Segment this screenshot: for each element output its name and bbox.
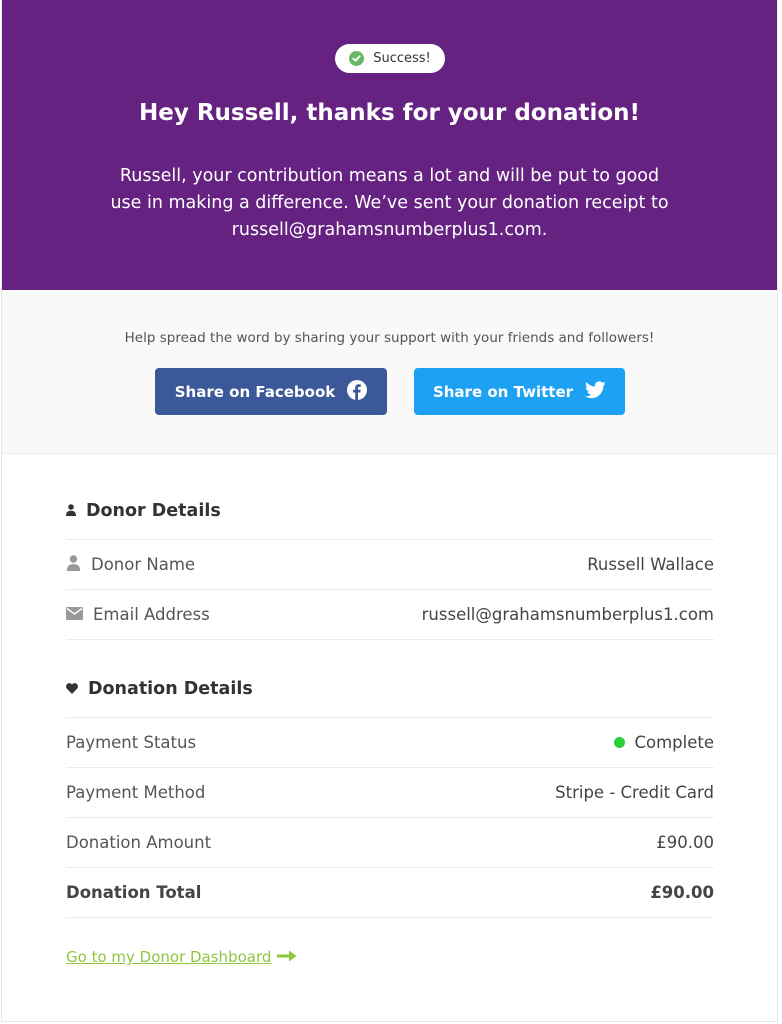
payment-method-row: Payment Method Stripe - Credit Card xyxy=(66,768,714,818)
donation-confirmation-card: Success! Hey Russell, thanks for your do… xyxy=(1,0,778,1022)
payment-status-text: Complete xyxy=(634,733,714,752)
envelope-icon xyxy=(66,605,83,624)
donation-total-label: Donation Total xyxy=(66,883,202,902)
payment-method-value: Stripe - Credit Card xyxy=(555,783,714,802)
page-title: Hey Russell, thanks for your donation! xyxy=(138,100,641,126)
email-address-value: russell@grahamsnumberplus1.com xyxy=(421,605,714,624)
facebook-icon xyxy=(347,379,368,404)
share-twitter-button[interactable]: Share on Twitter xyxy=(414,368,625,415)
success-badge-label: Success! xyxy=(373,51,431,66)
donation-details-heading: Donation Details xyxy=(66,660,714,718)
donor-name-row: Donor Name Russell Wallace xyxy=(66,540,714,590)
heart-icon xyxy=(66,679,78,699)
donation-amount-row: Donation Amount £90.00 xyxy=(66,818,714,868)
arrow-right-icon xyxy=(277,948,297,966)
share-section: Help spread the word by sharing your sup… xyxy=(2,290,777,454)
share-facebook-button[interactable]: Share on Facebook xyxy=(155,368,387,415)
donation-amount-value: £90.00 xyxy=(656,833,714,852)
email-address-label: Email Address xyxy=(93,605,210,624)
user-icon xyxy=(66,554,81,575)
donor-name-label: Donor Name xyxy=(91,555,196,574)
donation-amount-label: Donation Amount xyxy=(66,833,212,852)
donation-total-row: Donation Total £90.00 xyxy=(66,868,714,918)
status-dot-icon xyxy=(614,737,626,748)
share-twitter-label: Share on Twitter xyxy=(432,382,574,401)
share-facebook-label: Share on Facebook xyxy=(174,382,336,401)
check-circle-icon xyxy=(349,51,365,66)
donation-details-title: Donation Details xyxy=(88,678,253,699)
twitter-bird-icon xyxy=(584,380,606,403)
donation-total-value: £90.00 xyxy=(650,883,714,902)
donor-details-heading: Donor Details xyxy=(66,482,714,540)
email-address-row: Email Address russell@grahamsnumberplus1… xyxy=(66,590,714,640)
payment-status-row: Payment Status Complete xyxy=(66,718,714,768)
donation-details-section: Donation Details Payment Status Complete… xyxy=(66,660,714,918)
donor-details-title: Donor Details xyxy=(86,500,221,521)
hero-banner: Success! Hey Russell, thanks for your do… xyxy=(2,0,777,290)
success-badge: Success! xyxy=(335,44,445,73)
thank-you-message: Russell, your contribution means a lot a… xyxy=(110,166,669,240)
donor-details-section: Donor Details Donor Name Russell Wallace… xyxy=(66,482,714,640)
donor-dashboard-link[interactable]: Go to my Donor Dashboard xyxy=(66,948,297,966)
share-hint: Help spread the word by sharing your sup… xyxy=(124,330,655,346)
user-icon xyxy=(66,501,76,521)
donor-dashboard-link-label: Go to my Donor Dashboard xyxy=(66,948,272,966)
payment-status-label: Payment Status xyxy=(66,733,197,752)
donor-name-value: Russell Wallace xyxy=(587,555,714,574)
payment-status-value: Complete xyxy=(614,733,714,752)
payment-method-label: Payment Method xyxy=(66,783,206,802)
